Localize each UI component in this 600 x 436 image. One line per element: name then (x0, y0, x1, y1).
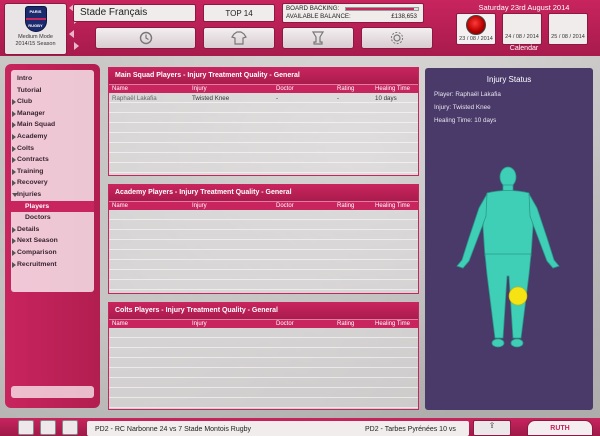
injury-status-title: Injury Status (486, 75, 532, 84)
colts-header: Name Injury Doctor Rating Healing Time (109, 319, 418, 328)
academy-panel: Academy Players - Injury Treatment Quali… (108, 184, 419, 294)
col-name[interactable]: Name (112, 86, 128, 92)
nav-arrows-bottom (69, 30, 79, 54)
sidebar-item-contracts[interactable]: Contracts (11, 154, 94, 166)
sidebar-item-recruitment[interactable]: Recruitment (11, 259, 94, 271)
board-backing-panel: BOARD BACKING: AVAILABLE BALANCE: £138,6… (282, 3, 424, 23)
forward-arrow-icon[interactable] (74, 42, 79, 50)
continue-button[interactable]: RUTH (527, 420, 593, 436)
col-doctor[interactable]: Doctor (276, 321, 294, 327)
sidebar-item-academy[interactable]: Academy (11, 131, 94, 143)
col-healing[interactable]: Healing Time (375, 86, 410, 92)
clock-button[interactable] (95, 27, 196, 49)
injury-status-panel: Injury Status Player: Raphaël Lakafia In… (425, 68, 593, 410)
trophy-icon (312, 31, 324, 45)
sidebar-item-colts[interactable]: Colts (11, 143, 94, 155)
row-doctor: - (276, 95, 279, 102)
table-row[interactable]: Raphaël Lakafia Twisted Knee - - 10 days (109, 93, 418, 103)
sidebar-item-training[interactable]: Training (11, 166, 94, 178)
sidebar-item-club[interactable]: Club (11, 96, 94, 108)
ticker-button-1[interactable] (18, 420, 34, 435)
sidebar-item-injuries[interactable]: Injuries (11, 189, 94, 201)
main-squad-header: Name Injury Doctor Rating Healing Time (109, 84, 418, 93)
academy-title: Academy Players - Injury Treatment Quali… (109, 185, 418, 201)
board-backing-bar (345, 7, 419, 11)
club-name-field[interactable]: Stade Français (73, 4, 196, 22)
main-squad-panel: Main Squad Players - Injury Treatment Qu… (108, 67, 419, 176)
sidebar-item-next-season[interactable]: Next Season (11, 235, 94, 247)
league-field[interactable]: TOP 14 (203, 4, 275, 22)
calendar: Saturday 23rd August 2014 23 / 08 / 2014… (452, 0, 600, 56)
sidebar-item-comparison[interactable]: Comparison (11, 247, 94, 259)
ticker-button-3[interactable] (62, 420, 78, 435)
status-healing: Healing Time: 10 days (434, 117, 497, 124)
club-logo-panel[interactable]: PARIS RUGBY Medium Mode 2014/15 Season (4, 3, 67, 55)
current-date: Saturday 23rd August 2014 (478, 3, 570, 12)
season-label: 2014/15 Season (15, 40, 56, 47)
col-doctor[interactable]: Doctor (276, 203, 294, 209)
col-rating[interactable]: Rating (337, 86, 354, 92)
sidebar-item-details[interactable]: Details (11, 224, 94, 236)
row-healing: 10 days (375, 95, 397, 102)
ticker-left-text: PD2 - RC Narbonne 24 vs 7 Stade Montois … (95, 426, 252, 433)
settings-button[interactable] (361, 27, 433, 49)
ticker-button-2[interactable] (40, 420, 56, 435)
calendar-label[interactable]: Calendar (452, 45, 596, 52)
calendar-day-1[interactable]: 23 / 08 / 2014 (456, 13, 496, 45)
sidebar-item-doctors[interactable]: Doctors (11, 212, 94, 224)
col-injury[interactable]: Injury (192, 321, 207, 327)
sidebar-item-manager[interactable]: Manager (11, 108, 94, 120)
sidebar: Intro Tutorial Club Manager Main Squad Academ… (5, 64, 100, 408)
col-rating[interactable]: Rating (337, 203, 354, 209)
calendar-day-3[interactable]: 25 / 08 / 2014 (548, 13, 588, 45)
clock-icon (139, 31, 152, 45)
col-injury[interactable]: Injury (192, 203, 207, 209)
col-doctor[interactable]: Doctor (276, 86, 294, 92)
sidebar-item-players[interactable]: Players (11, 200, 94, 213)
sidebar-item-tutorial[interactable]: Tutorial (11, 85, 94, 97)
ticker-text: PD2 - RC Narbonne 24 vs 7 Stade Montois … (87, 421, 469, 436)
back-arrow-icon[interactable] (69, 30, 74, 38)
ticker-right-text: PD2 - Tarbes Pyrénées 10 vs (365, 426, 456, 433)
inbox-button[interactable]: ⇪ (473, 420, 511, 436)
sidebar-menu: Intro Tutorial Club Manager Main Squad Academ… (11, 70, 94, 292)
body-diagram-icon (456, 166, 560, 348)
kit-button[interactable] (203, 27, 275, 49)
col-healing[interactable]: Healing Time (375, 203, 410, 209)
col-name[interactable]: Name (112, 321, 128, 327)
balance-value: £138,653 (391, 13, 417, 20)
academy-rows (109, 210, 418, 293)
calendar-day-2[interactable]: 24 / 08 / 2014 (502, 13, 542, 45)
row-rating: - (337, 95, 340, 102)
sidebar-footer (11, 386, 94, 398)
academy-header: Name Injury Doctor Rating Healing Time (109, 201, 418, 210)
match-badge-icon (466, 15, 486, 35)
col-healing[interactable]: Healing Time (375, 321, 410, 327)
status-player: Player: Raphaël Lakafia (434, 91, 501, 98)
main-squad-rows: Raphaël Lakafia Twisted Knee - - 10 days (109, 93, 418, 175)
row-name: Raphaël Lakafia (112, 95, 157, 102)
board-backing-fill (346, 8, 415, 10)
trophy-button[interactable] (282, 27, 354, 49)
sidebar-item-intro[interactable]: Intro (11, 73, 94, 85)
colts-panel: Colts Players - Injury Treatment Quality… (108, 302, 419, 410)
club-crest-icon: PARIS RUGBY (24, 6, 47, 32)
row-injury: Twisted Knee (192, 95, 230, 102)
top-bar: PARIS RUGBY Medium Mode 2014/15 Season S… (0, 0, 600, 56)
sidebar-item-main-squad[interactable]: Main Squad (11, 119, 94, 131)
status-injury: Injury: Twisted Knee (434, 104, 491, 111)
col-name[interactable]: Name (112, 203, 128, 209)
main-squad-title: Main Squad Players - Injury Treatment Qu… (109, 68, 418, 84)
col-rating[interactable]: Rating (337, 321, 354, 327)
colts-title: Colts Players - Injury Treatment Quality… (109, 303, 418, 319)
col-injury[interactable]: Injury (192, 86, 207, 92)
gear-icon (390, 31, 404, 45)
sidebar-item-recovery[interactable]: Recovery (11, 177, 94, 189)
colts-rows (109, 328, 418, 409)
kit-icon (231, 31, 247, 45)
